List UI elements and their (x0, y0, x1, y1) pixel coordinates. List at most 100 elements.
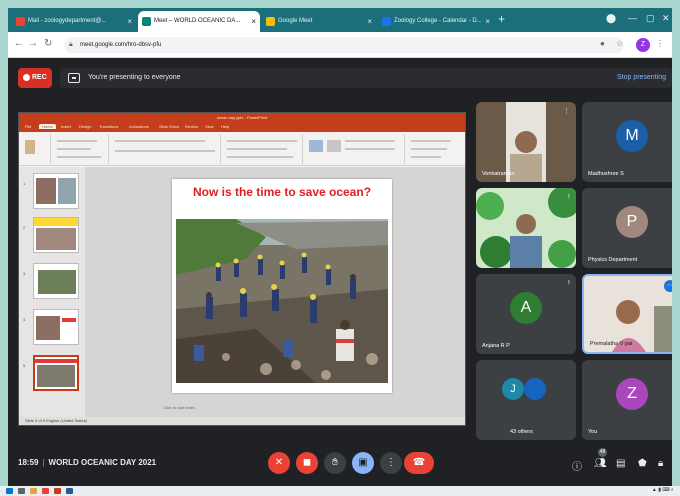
presenting-banner: You're presenting to everyone Stop prese… (60, 68, 672, 88)
reload-icon[interactable]: ↻ (44, 38, 52, 49)
participant-tile[interactable]: P Physics Department ⵑ (582, 188, 672, 268)
bookmark-star-icon[interactable]: ☆ (616, 39, 623, 48)
slide-thumbnail-selected[interactable] (33, 355, 79, 391)
stop-presenting-button[interactable]: Stop presenting (617, 68, 666, 88)
tab-meet[interactable]: Meet – WORLD OCEANIC DA... × (138, 11, 260, 32)
camera-permission-icon[interactable]: ● (600, 39, 605, 48)
close-icon[interactable]: × (127, 11, 132, 32)
thumb-number: 2 (23, 225, 26, 230)
slide-thumbnails: 1 2 3 4 5 (19, 167, 85, 417)
notes-placeholder[interactable]: Click to add notes (163, 405, 195, 410)
maximize-icon[interactable]: ▢ (646, 13, 655, 24)
ribbon-control (115, 150, 215, 152)
leave-call-button[interactable]: ☎︎ (404, 452, 434, 474)
tab-mail[interactable]: Mail - zoologydepartment@... × (12, 11, 136, 32)
raise-hand-button[interactable]: ✋︎ (324, 452, 346, 474)
ribbon-control (227, 156, 293, 158)
participant-name: Venkatraman (482, 171, 515, 177)
slide-thumbnail[interactable] (33, 217, 79, 253)
meeting-details-icon[interactable]: ⓘ (572, 458, 582, 473)
tab-search-icon[interactable]: ⬤ (606, 13, 616, 24)
calendar-icon (382, 17, 391, 26)
tab-label: Meet – WORLD OCEANIC DA... (154, 18, 241, 24)
url-field[interactable]: 🔒︎ meet.google.com/hro-dbsv-pfu (64, 37, 624, 53)
present-now-button[interactable]: ▣ (352, 452, 374, 474)
participant-tile[interactable]: ⵑ (476, 188, 576, 268)
ribbon-group (407, 134, 461, 164)
recording-indicator[interactable]: REC (18, 68, 52, 88)
close-icon[interactable]: × (367, 11, 372, 32)
ppt-tab: File (25, 124, 32, 129)
word-icon[interactable] (66, 488, 73, 494)
new-tab-icon[interactable]: + (498, 12, 505, 26)
participant-tile[interactable]: A Anjana R P ⵑ (476, 274, 576, 354)
close-icon[interactable]: × (485, 11, 490, 32)
mail-icon (16, 17, 25, 26)
participant-tile-group[interactable]: J 43 others (476, 360, 576, 440)
host-controls-icon[interactable]: 🔒︎ (658, 458, 663, 469)
camera-toggle-button[interactable]: ◼ (296, 452, 318, 474)
participant-name: Anjana R P (482, 343, 510, 349)
slide-thumbnail[interactable] (33, 173, 79, 209)
meeting-controls-bar: 18:59 | WORLD OCEANIC DAY 2021 ✕ ◼ ✋︎ ▣ ⋮ … (8, 440, 672, 486)
tab-google-meet[interactable]: Google Meet × (262, 11, 376, 32)
ribbon-control (227, 140, 297, 142)
paste-icon (25, 140, 35, 154)
search-icon[interactable] (18, 488, 25, 494)
profile-avatar[interactable]: Z (636, 38, 650, 52)
more-options-icon[interactable]: ⋮ (563, 107, 570, 115)
beach-cleanup-photo (176, 219, 388, 383)
mic-toggle-button[interactable]: ✕ (268, 452, 290, 474)
people-icon[interactable]: 👥︎ (594, 458, 607, 469)
powerpoint-icon[interactable] (54, 488, 61, 494)
slide-thumbnail[interactable] (33, 263, 79, 299)
browser-window: Mail - zoologydepartment@... × Meet – WO… (8, 8, 672, 486)
participant-tile[interactable]: M Madhushree S ⵑ (582, 102, 672, 182)
menu-dots-icon[interactable]: ⋮ (656, 39, 664, 48)
meet-header: REC You're presenting to everyone Stop p… (8, 58, 672, 98)
chrome-icon[interactable] (42, 488, 49, 494)
tab-calendar[interactable]: Zoology College - Calendar - D... × (378, 11, 494, 32)
ppt-tab: Review (185, 124, 199, 129)
participant-name: Premalatha V pai (590, 341, 633, 347)
slide-thumbnail[interactable] (33, 309, 79, 345)
ppt-tab: Design (79, 124, 92, 129)
speaking-indicator-icon: ⋯ (664, 280, 672, 292)
chat-icon[interactable]: ▤ (616, 458, 625, 469)
shapes-icon (309, 140, 323, 152)
present-screen-icon (68, 73, 80, 83)
close-window-icon[interactable]: ✕ (662, 13, 670, 24)
ribbon-control (345, 148, 395, 150)
os-taskbar: ▲ ▮ ⌨ ◐ (0, 486, 680, 496)
current-slide[interactable]: Now is the time to save ocean? (172, 179, 392, 393)
mic-muted-icon: ⵑ (567, 194, 570, 201)
more-options-button[interactable]: ⋮ (380, 452, 402, 474)
ppt-ribbon-tabs: File Home Insert Design Transitions Anim… (19, 123, 465, 132)
meeting-name: WORLD OCEANIC DAY 2021 (48, 458, 157, 467)
people-count-badge: 48 (598, 448, 607, 457)
slide-title: Now is the time to save ocean? (192, 185, 372, 199)
avatar: A (510, 292, 542, 324)
ribbon-control (57, 140, 97, 142)
thumb-number: 3 (23, 271, 26, 276)
ppt-title-bar: ocean day.pptx - PowerPoint (19, 113, 465, 123)
meet-icon (142, 17, 151, 26)
participant-tile-speaking[interactable]: ⋯ Premalatha V pai (582, 274, 672, 354)
minimize-icon[interactable]: — (628, 13, 637, 23)
participant-tile-self[interactable]: Z You ⵑ (582, 360, 672, 440)
activities-icon[interactable]: ⬟ (638, 458, 647, 469)
ribbon-group (223, 134, 303, 164)
ppt-tab: Slide Show (159, 124, 180, 129)
ribbon-group (21, 134, 51, 164)
forward-icon[interactable]: → (28, 38, 38, 49)
ribbon-control (411, 140, 451, 142)
tab-label: Zoology College - Calendar - D... (394, 18, 482, 24)
file-explorer-icon[interactable] (30, 488, 37, 494)
thumb-number: 5 (23, 363, 26, 368)
close-icon[interactable]: × (251, 11, 256, 32)
avatar: M (616, 120, 648, 152)
participant-tile[interactable]: Venkatraman ⋮ (476, 102, 576, 182)
start-icon[interactable] (6, 488, 13, 494)
avatar: J (502, 378, 524, 400)
back-icon[interactable]: ← (14, 38, 24, 49)
